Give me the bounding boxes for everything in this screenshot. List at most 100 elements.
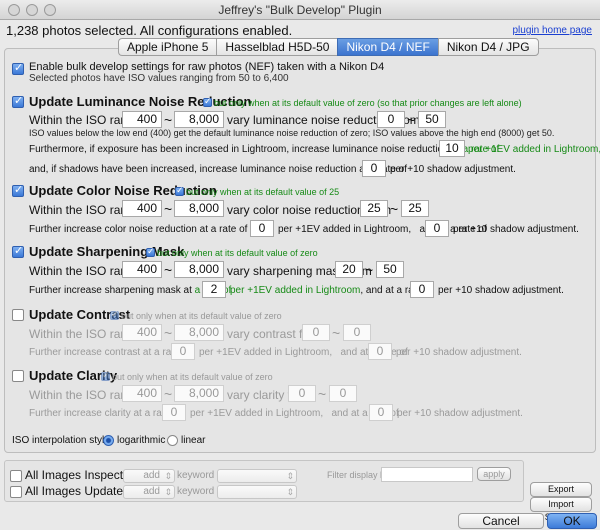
sharpening-default-only-checkbox[interactable] <box>146 246 155 257</box>
color-shadows-unit: per +10 shadow adjustment. <box>453 224 579 235</box>
clarity-iso-low-input[interactable]: 400 <box>122 385 162 402</box>
tab-apple-iphone-5[interactable]: Apple iPhone 5 <box>118 38 217 56</box>
contrast-checkbox[interactable] <box>12 309 24 321</box>
close-window-icon[interactable] <box>8 4 20 16</box>
range-tilde: ~ <box>164 112 173 128</box>
color-default-note: but only when at its default value of 25 <box>186 187 340 197</box>
clarity-from-input[interactable]: 0 <box>288 385 316 402</box>
sharpening-exposure-unit: per +1EV added in Lightroom, and at a ra… <box>230 285 434 296</box>
contrast-exposure-rate-input[interactable]: 0 <box>171 343 195 360</box>
luminance-shadows-unit: per +10 shadow adjustment. <box>390 164 516 175</box>
sharpening-iso-low-input[interactable]: 400 <box>122 261 162 278</box>
luminance-explanation: ISO values below the low end (400) get t… <box>29 128 555 138</box>
range-tilde: ~ <box>164 201 173 217</box>
cancel-button[interactable]: Cancel <box>458 513 544 529</box>
apply-filter-button[interactable]: apply <box>477 467 511 481</box>
luminance-from-input[interactable]: 0 <box>377 111 405 128</box>
luminance-to-input[interactable]: 50 <box>418 111 446 128</box>
sharpening-from-input[interactable]: 20 <box>335 261 363 278</box>
range-tilde: ~ <box>332 325 341 341</box>
clarity-checkbox[interactable] <box>12 370 24 382</box>
export-settings-button[interactable]: Export Settings <box>530 482 592 507</box>
sharpening-checkbox[interactable] <box>12 244 24 258</box>
clarity-exposure-rate-input[interactable]: 0 <box>162 404 186 421</box>
range-tilde: ~ <box>318 386 327 402</box>
linear-label: linear <box>181 435 206 446</box>
luminance-iso-low-input[interactable]: 400 <box>122 111 162 128</box>
contrast-shadows-unit: per +10 shadow adjustment. <box>396 347 522 358</box>
interpolation-label: ISO interpolation style: <box>12 435 113 446</box>
window-title: Jeffrey's "Bulk Develop" Plugin <box>218 3 382 17</box>
contrast-default-only-checkbox[interactable] <box>110 309 119 320</box>
luminance-exposure-unit: per +1EV added in Lightroom, <box>468 144 600 155</box>
clarity-default-note: but only when at its default value of ze… <box>112 372 273 382</box>
minimize-window-icon[interactable] <box>26 4 38 16</box>
all-images-updated-checkbox[interactable] <box>10 486 22 498</box>
clarity-increase-text: Further increase clarity at a rate of <box>29 408 182 419</box>
camera-tabs: Apple iPhone 5 Hasselblad H5D-50 Nikon D… <box>118 38 539 56</box>
luminance-exposure-rate-input[interactable]: 10 <box>439 140 465 157</box>
luminance-checkbox[interactable] <box>12 94 24 108</box>
sharpening-exposure-rate-input[interactable]: 2 <box>202 281 226 298</box>
window-titlebar: Jeffrey's "Bulk Develop" Plugin <box>0 0 600 20</box>
clarity-iso-high-input[interactable]: 8,000 <box>174 385 224 402</box>
color-default-only-checkbox[interactable] <box>175 185 184 196</box>
color-iso-high-input[interactable]: 8,000 <box>174 200 224 217</box>
sharpening-shadows-rate-input[interactable]: 0 <box>410 281 434 298</box>
tab-nikon-d4-jpg[interactable]: Nikon D4 / JPG <box>437 38 539 56</box>
clarity-shadows-rate-input[interactable]: 0 <box>369 404 393 421</box>
all-images-updated-label: All Images Updated: <box>25 484 134 498</box>
keyword-panel: All Images Inspected: add keyword All Im… <box>4 460 524 502</box>
luminance-exposure-text: Furthermore, if exposure has been increa… <box>29 144 500 155</box>
luminance-shadows-rate-input[interactable]: 0 <box>362 160 386 177</box>
color-to-input[interactable]: 25 <box>401 200 429 217</box>
ok-button[interactable]: OK <box>547 513 597 529</box>
color-exposure-rate-input[interactable]: 0 <box>250 220 274 237</box>
inspected-add-select[interactable]: add <box>123 469 175 483</box>
sharpening-to-input[interactable]: 50 <box>376 261 404 278</box>
luminance-default-only-checkbox[interactable] <box>203 96 212 107</box>
sharpening-increase-text: Further increase sharpening mask at a ra… <box>29 285 232 296</box>
contrast-from-input[interactable]: 0 <box>302 324 330 341</box>
range-tilde: ~ <box>365 262 374 278</box>
selection-status: 1,238 photos selected. All configuration… <box>6 23 293 38</box>
linear-radio[interactable] <box>167 435 178 446</box>
updated-keyword-label: keyword <box>177 486 215 497</box>
sharpening-default-note: but only when at its default value of ze… <box>157 248 318 258</box>
color-increase-text: Further increase color noise reduction a… <box>29 224 248 235</box>
sharpening-shadows-unit: per +10 shadow adjustment. <box>438 285 564 296</box>
enable-label: Enable bulk develop settings for raw pho… <box>29 61 385 73</box>
range-tilde: ~ <box>164 262 173 278</box>
logarithmic-label: logarithmic <box>117 435 166 446</box>
color-noise-checkbox[interactable] <box>12 183 24 197</box>
import-settings-button[interactable]: Import Settings <box>530 497 592 522</box>
color-from-input[interactable]: 25 <box>360 200 388 217</box>
color-shadows-rate-input[interactable]: 0 <box>425 220 449 237</box>
sharpening-iso-high-input[interactable]: 8,000 <box>174 261 224 278</box>
clarity-default-only-checkbox[interactable] <box>101 370 110 381</box>
updated-add-select[interactable]: add <box>123 485 175 499</box>
updated-keyword-select[interactable] <box>217 485 297 499</box>
tab-nikon-d4-nef[interactable]: Nikon D4 / NEF <box>337 38 438 56</box>
range-tilde: ~ <box>407 112 416 128</box>
enable-checkbox[interactable] <box>12 61 24 75</box>
tab-hasselblad-h5d-50[interactable]: Hasselblad H5D-50 <box>216 38 338 56</box>
logarithmic-radio[interactable] <box>103 435 114 446</box>
all-images-inspected-checkbox[interactable] <box>10 470 22 482</box>
contrast-iso-high-input[interactable]: 8,000 <box>174 324 224 341</box>
luminance-iso-high-input[interactable]: 8,000 <box>174 111 224 128</box>
luminance-shadows-text: and, if shadows have been increased, inc… <box>29 164 408 175</box>
filter-input[interactable] <box>381 467 473 482</box>
clarity-exposure-unit: per +1EV added in Lightroom, and at a ra… <box>190 408 399 419</box>
contrast-default-note: but only when at its default value of ze… <box>121 311 282 321</box>
clarity-shadows-unit: per +10 shadow adjustment. <box>397 408 523 419</box>
contrast-to-input[interactable]: 0 <box>343 324 371 341</box>
zoom-window-icon[interactable] <box>44 4 56 16</box>
plugin-home-page-link[interactable]: plugin home page <box>512 25 592 36</box>
color-iso-low-input[interactable]: 400 <box>122 200 162 217</box>
inspected-keyword-select[interactable] <box>217 469 297 483</box>
clarity-to-input[interactable]: 0 <box>329 385 357 402</box>
iso-range-info: Selected photos have ISO values ranging … <box>29 73 289 84</box>
contrast-shadows-rate-input[interactable]: 0 <box>368 343 392 360</box>
contrast-iso-low-input[interactable]: 400 <box>122 324 162 341</box>
